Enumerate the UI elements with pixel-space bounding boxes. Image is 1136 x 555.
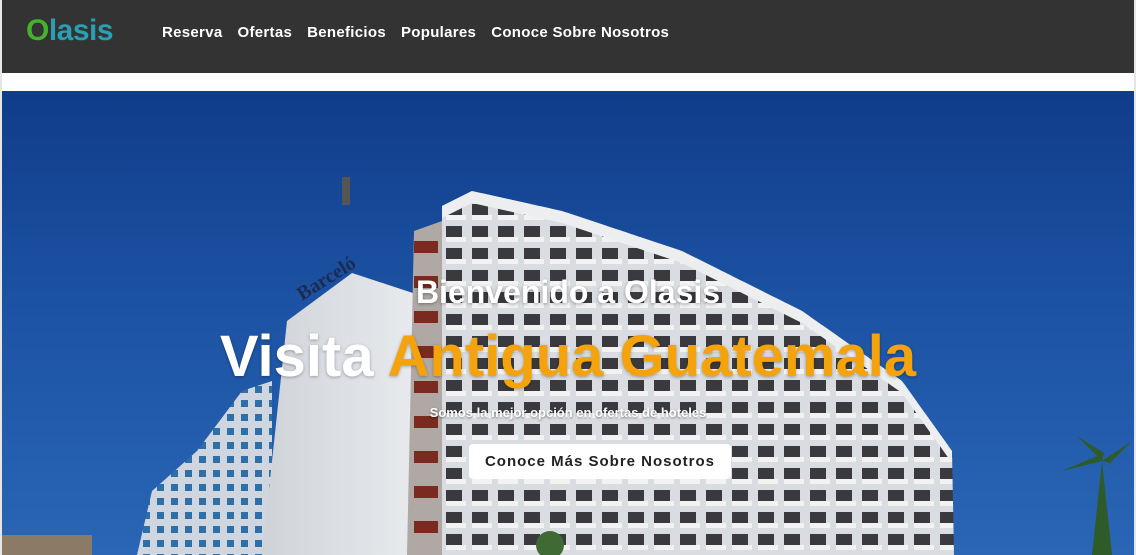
cta-about-button[interactable]: Conoce Más Sobre Nosotros bbox=[469, 444, 731, 479]
hero-section: Barceló Bienvenido a Olasis Visita Antig… bbox=[2, 91, 1134, 555]
nav-item-nosotros[interactable]: Conoce Sobre Nosotros bbox=[491, 24, 669, 41]
nav-item-ofertas[interactable]: Ofertas bbox=[237, 24, 292, 41]
navbar-spacer bbox=[2, 73, 1134, 91]
navbar: Olasis Reserva Ofertas Beneficios Popula… bbox=[2, 0, 1134, 73]
nav-item-populares[interactable]: Populares bbox=[401, 24, 476, 41]
hero-welcome: Bienvenido a Olasis bbox=[415, 274, 721, 310]
logo-rest: lasis bbox=[48, 14, 114, 47]
hero-headline: Visita Antigua Guatemala bbox=[2, 323, 1134, 390]
logo-first-letter: O bbox=[26, 14, 49, 47]
brand-logo[interactable]: Olasis bbox=[26, 14, 114, 48]
hero-tagline: Somos la mejor opción en ofertas de hote… bbox=[429, 405, 707, 420]
headline-accent: Antigua Guatemala bbox=[387, 324, 917, 389]
nav-item-beneficios[interactable]: Beneficios bbox=[307, 24, 386, 41]
hero-content: Bienvenido a Olasis Visita Antigua Guate… bbox=[2, 91, 1134, 555]
nav-item-reserva[interactable]: Reserva bbox=[162, 24, 222, 41]
headline-white: Visita bbox=[219, 324, 374, 389]
main-nav: Reserva Ofertas Beneficios Populares Con… bbox=[162, 24, 669, 41]
